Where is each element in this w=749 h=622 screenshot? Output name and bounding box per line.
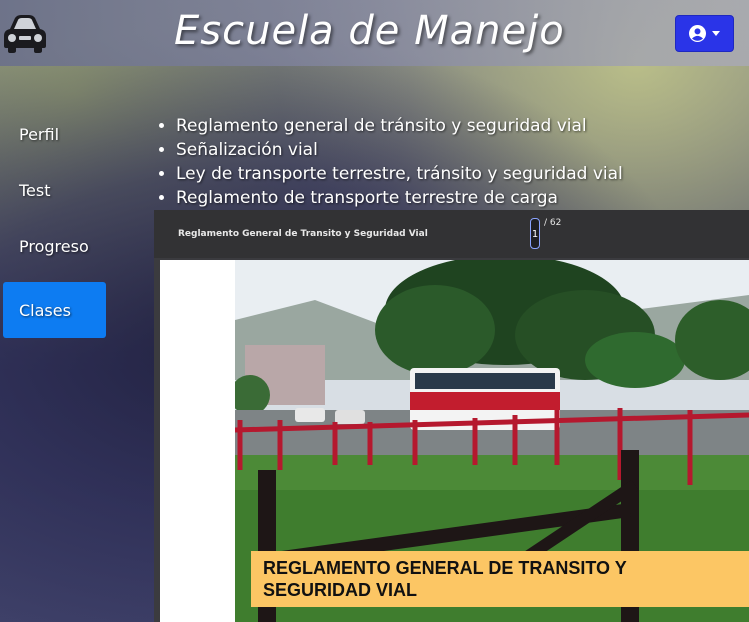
topics-list: Reglamento general de tránsito y segurid…	[152, 114, 623, 210]
page-caption: REGLAMENTO GENERAL DE TRANSITO Y SEGURID…	[251, 551, 749, 607]
sidebar-item-label: Perfil	[19, 124, 60, 144]
topic-link[interactable]: Reglamento general de tránsito y segurid…	[176, 114, 623, 138]
page-total: / 62	[544, 218, 562, 228]
top-header: Escuela de Manejo	[0, 0, 749, 66]
topic-link[interactable]: Señalización vial	[176, 138, 623, 162]
topic-link[interactable]: Reglamento de transporte terrestre de ca…	[176, 186, 623, 210]
chevron-down-icon	[712, 31, 720, 36]
pdf-viewer: Reglamento General de Transito y Segurid…	[154, 210, 749, 622]
sidebar-item-label: Progreso	[19, 236, 89, 256]
sidebar-item-perfil[interactable]: Perfil	[3, 106, 106, 162]
sidebar-item-label: Clases	[19, 300, 71, 320]
page-number-input[interactable]: 1	[530, 218, 540, 249]
car-icon[interactable]	[2, 13, 48, 53]
pdf-toolbar: Reglamento General de Transito y Segurid…	[154, 210, 749, 258]
sidebar-item-clases[interactable]: Clases	[3, 282, 106, 338]
user-circle-icon	[689, 25, 706, 42]
sidebar-item-progreso[interactable]: Progreso	[3, 218, 106, 274]
user-menu-button[interactable]	[675, 15, 734, 52]
app-title: Escuela de Manejo	[174, 8, 565, 54]
sidebar-item-test[interactable]: Test	[3, 162, 106, 218]
document-title: Reglamento General de Transito y Segurid…	[178, 229, 428, 239]
topic-link[interactable]: Ley de transporte terrestre, tránsito y …	[176, 162, 623, 186]
sidebar-item-label: Test	[19, 180, 51, 200]
